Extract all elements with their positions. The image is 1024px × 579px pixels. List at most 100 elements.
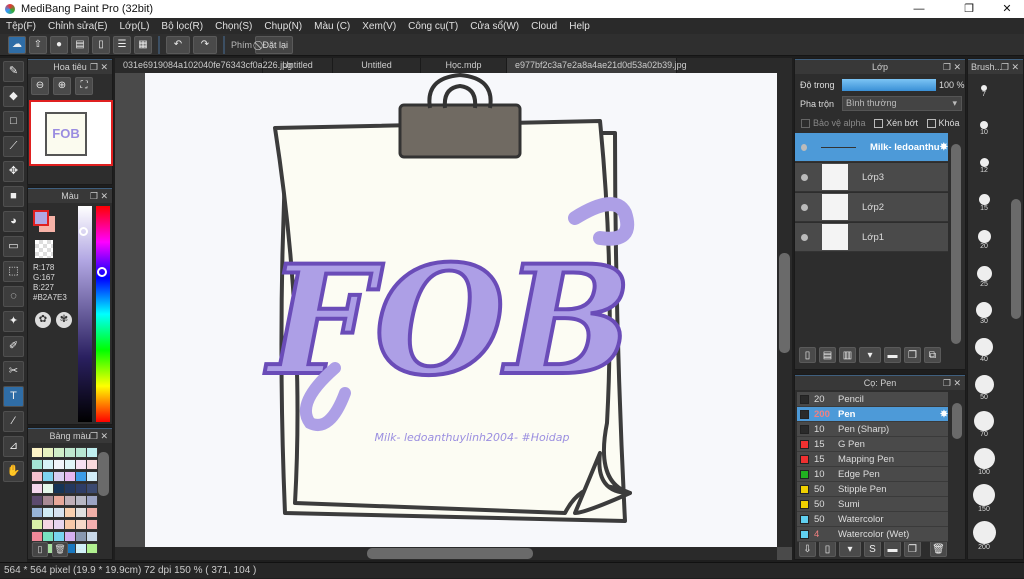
duplicate-brush-icon[interactable]: ❐ [904,541,921,557]
brush-size-scrollbar[interactable] [1011,199,1021,319]
menu-item[interactable]: Màu (C) [308,21,356,32]
scroll-thumb[interactable] [779,253,790,353]
menu-item[interactable]: Bộ lọc(R) [155,21,209,32]
new-layer-icon[interactable]: ▯ [799,347,816,363]
brush-row[interactable]: 50 Watercolor [797,512,948,527]
brush-row[interactable]: 50 Sumi [797,497,948,512]
minimize-button[interactable]: — [904,0,934,18]
canvas[interactable]: FOB Milk- ledoanthuylinh2004- #Hoidap [145,72,777,547]
brush-size-option[interactable]: 15 [970,187,998,212]
saturation-slider[interactable] [78,206,92,422]
eyedropper-tool-icon[interactable]: ⊿ [3,436,24,457]
brush-size-option[interactable]: 200 [970,520,998,551]
menu-item[interactable]: Lớp(L) [114,21,156,32]
text-tool-icon[interactable]: T [3,386,24,407]
panel-close-icon[interactable]: ❐ ✕ [943,60,961,75]
delete-palette-icon[interactable]: 🗑 [52,542,68,557]
folder-icon[interactable]: ▬ [884,347,901,363]
brush-size-option[interactable]: 12 [970,150,998,174]
new-palette-icon[interactable]: ▯ [32,542,48,557]
brush-size-option[interactable]: 20 [970,224,998,250]
brush-row[interactable]: 15 Mapping Pen [797,452,948,467]
brush-row[interactable]: 10 Edge Pen [797,467,948,482]
menu-item[interactable]: Cửa sổ(W) [464,21,525,32]
palette-menu[interactable]: --- [76,545,84,554]
visibility-icon[interactable] [801,233,808,241]
panel-close-icon[interactable]: ❐ ✕ [1001,60,1019,75]
menu-item[interactable]: Tệp(F) [0,21,42,32]
lock-checkbox[interactable]: Khóa [926,118,960,129]
horizontal-scrollbar[interactable] [115,547,777,560]
brush-size-option[interactable]: 7 [970,76,998,98]
grid-icon[interactable]: ▦ [134,35,152,54]
add-brush-menu-icon[interactable]: ▾ [839,541,861,557]
merge-layer-icon[interactable]: ⧉ [924,347,941,363]
brush-size-option[interactable]: 40 [970,335,998,363]
share-icon[interactable]: ⇧ [29,35,47,54]
cloud-icon[interactable]: ☁ [8,35,26,54]
transparent-color-swatch[interactable] [35,240,53,258]
palette-swatch[interactable] [86,519,98,530]
protect-alpha-checkbox[interactable]: Bảo vệ alpha [801,118,866,129]
palette-swatch[interactable] [86,507,98,518]
palette-swatch[interactable] [86,447,98,458]
brush-size-option[interactable]: 25 [970,261,998,288]
scroll-thumb[interactable] [367,548,533,559]
menu-item[interactable]: Cloud [525,21,563,32]
new-brush-icon[interactable]: ▯ [819,541,836,557]
palette-swatch[interactable] [86,459,98,470]
palette-swatch[interactable] [86,483,98,494]
menu-item[interactable]: Công cụ(T) [402,21,464,32]
brush-row[interactable]: 15 G Pen [797,437,948,452]
eraser-tool-icon[interactable]: ◆ [3,86,24,107]
layer-scrollbar[interactable] [951,144,961,344]
menu-item[interactable]: Chỉnh sửa(E) [42,21,114,32]
line-tool-icon[interactable]: ⟋ [3,136,24,157]
zoom-out-icon[interactable]: ⊖ [31,77,49,95]
duplicate-layer-icon[interactable]: ❐ [904,347,921,363]
visibility-icon[interactable] [801,173,808,181]
move-tool-icon[interactable]: ✥ [3,161,24,182]
hue-slider[interactable] [96,206,110,422]
message-icon[interactable]: ▤ [71,35,89,54]
palette-swatch[interactable] [86,495,98,506]
opacity-slider[interactable] [842,79,936,91]
brush-size-option[interactable]: 10 [970,113,998,136]
new-halftone-layer-icon[interactable]: ▤ [819,347,836,363]
lasso-tool-icon[interactable]: ◌ [3,286,24,307]
panel-close-icon[interactable]: ❐ ✕ [90,429,108,444]
color-palette-icon[interactable]: ✾ [56,312,72,328]
page-icon[interactable]: ▯ [92,35,110,54]
brush-size-option[interactable]: 50 [970,372,998,401]
layer-settings-icon[interactable]: ✸ [940,142,948,153]
layer-row[interactable]: Milk- ledoanthuylinh2004✸ [795,133,948,162]
document-tab[interactable]: 031e6919084a102040fe76343cf0a226.jpg [115,58,292,73]
brush-size-option[interactable]: 70 [970,409,998,438]
select-tool-icon[interactable]: ⬚ [3,261,24,282]
panel-close-icon[interactable]: ❐ ✕ [943,376,961,391]
blend-mode-select[interactable]: Bình thường ▾ [842,96,962,111]
brush-script-icon[interactable]: S [864,541,881,557]
document-tab[interactable]: Untitled [333,58,421,73]
menu-item[interactable]: Help [563,21,596,32]
brush-size-option[interactable]: 150 [970,483,998,513]
vertical-scrollbar[interactable] [777,73,792,547]
visibility-icon[interactable] [801,143,808,151]
layer-row[interactable]: Lớp2 [795,193,948,222]
document-tab[interactable]: Untitled [263,58,333,73]
gradient-tool-icon[interactable]: ▭ [3,236,24,257]
brush-row[interactable]: 20 Pencil [797,392,948,407]
new-8bit-layer-icon[interactable]: ▥ [839,347,856,363]
visibility-icon[interactable] [801,203,808,211]
reset-button[interactable]: ⃠ Đặt lại [255,35,294,54]
brush-row[interactable]: 200 Pen ✸ [797,407,948,422]
fit-icon[interactable]: ⛶ [75,77,93,95]
slider-handle[interactable] [79,227,88,236]
bucket-tool-icon[interactable]: ◕ [3,211,24,232]
brush-tool-icon[interactable]: ✎ [3,61,24,82]
undo-icon[interactable]: ↶ [166,35,190,54]
list-icon[interactable]: ☰ [113,35,131,54]
close-button[interactable]: ✕ [992,0,1022,18]
select-pen-tool-icon[interactable]: ✐ [3,336,24,357]
brush-scrollbar[interactable] [952,403,962,439]
